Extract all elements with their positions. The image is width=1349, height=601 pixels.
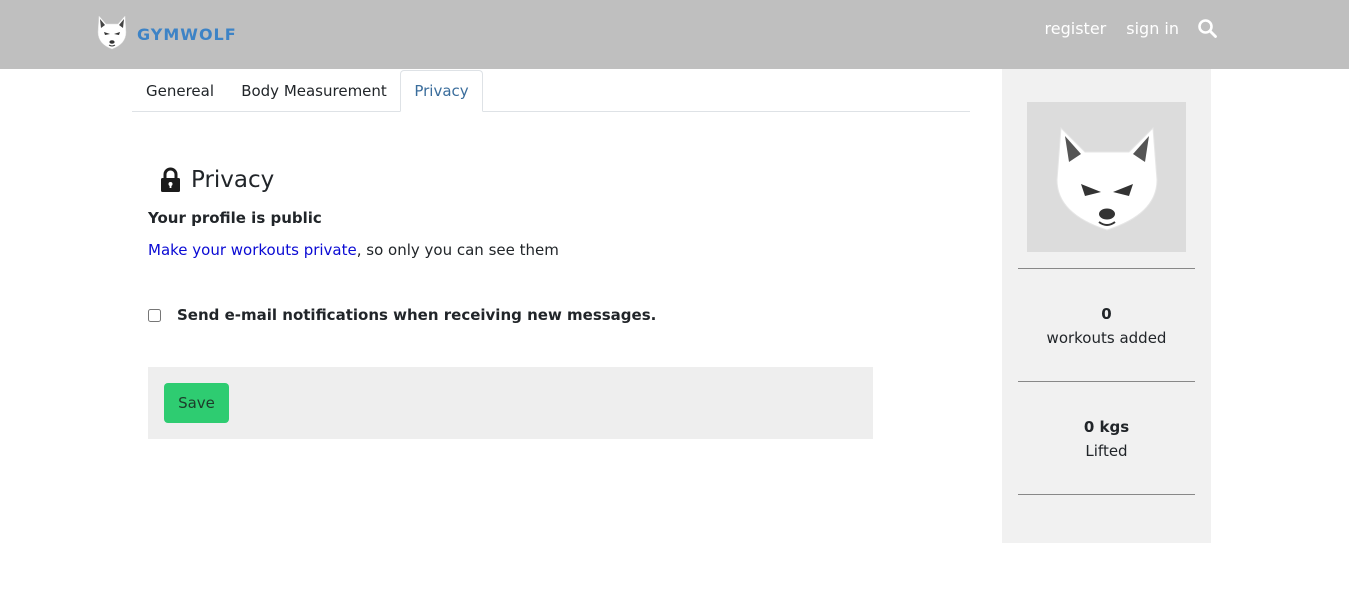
workouts-added-value: 0	[1101, 305, 1112, 323]
email-notification-checkbox[interactable]	[148, 308, 161, 322]
email-notification-option: Send e-mail notifications when receiving…	[148, 305, 656, 325]
tab-privacy[interactable]: Privacy	[400, 70, 483, 112]
avatar	[1027, 102, 1186, 252]
weight-lifted-value: 0 kgs	[1083, 418, 1130, 436]
tab-body-measurement[interactable]: Body Measurement	[230, 70, 398, 112]
weight-lifted-stat: 0 kgs Lifted	[1002, 415, 1211, 463]
top-navbar: GYMWOLF register sign in	[0, 0, 1349, 69]
page-title: Privacy	[191, 167, 275, 193]
tab-general[interactable]: Genereal	[132, 70, 228, 112]
sign-in-link[interactable]: sign in	[1126, 19, 1179, 38]
lock-icon	[161, 167, 180, 192]
brand-name: GYMWOLF	[137, 24, 237, 44]
sidebar-divider	[1018, 381, 1195, 382]
weight-lifted-label: Lifted	[1085, 442, 1128, 460]
privacy-description: Make your workouts private, so only you …	[148, 241, 559, 259]
workouts-added-label: workouts added	[1046, 329, 1167, 347]
profile-sidebar: 0 workouts added 0 kgs Lifted	[1002, 69, 1211, 543]
privacy-description-suffix: , so only you can see them	[356, 241, 559, 259]
search-icon[interactable]	[1197, 18, 1217, 38]
privacy-heading: Privacy	[160, 165, 274, 195]
save-button[interactable]: Save	[164, 383, 229, 423]
make-private-link[interactable]: Make your workouts private	[148, 241, 357, 259]
settings-tabs: Genereal Body Measurement Privacy	[132, 70, 970, 112]
wolf-avatar-icon	[1055, 126, 1158, 231]
register-link[interactable]: register	[1045, 19, 1107, 38]
wolf-logo-icon	[97, 15, 127, 50]
sidebar-divider	[1018, 268, 1195, 269]
form-actions: Save	[148, 367, 873, 439]
email-notification-label[interactable]: Send e-mail notifications when receiving…	[177, 306, 656, 324]
brand-link[interactable]: GYMWOLF	[96, 14, 237, 50]
profile-status-text: Your profile is public	[148, 209, 322, 227]
sidebar-divider	[1018, 494, 1195, 495]
workouts-added-stat: 0 workouts added	[1002, 302, 1211, 350]
top-nav-links: register sign in	[1025, 16, 1217, 40]
